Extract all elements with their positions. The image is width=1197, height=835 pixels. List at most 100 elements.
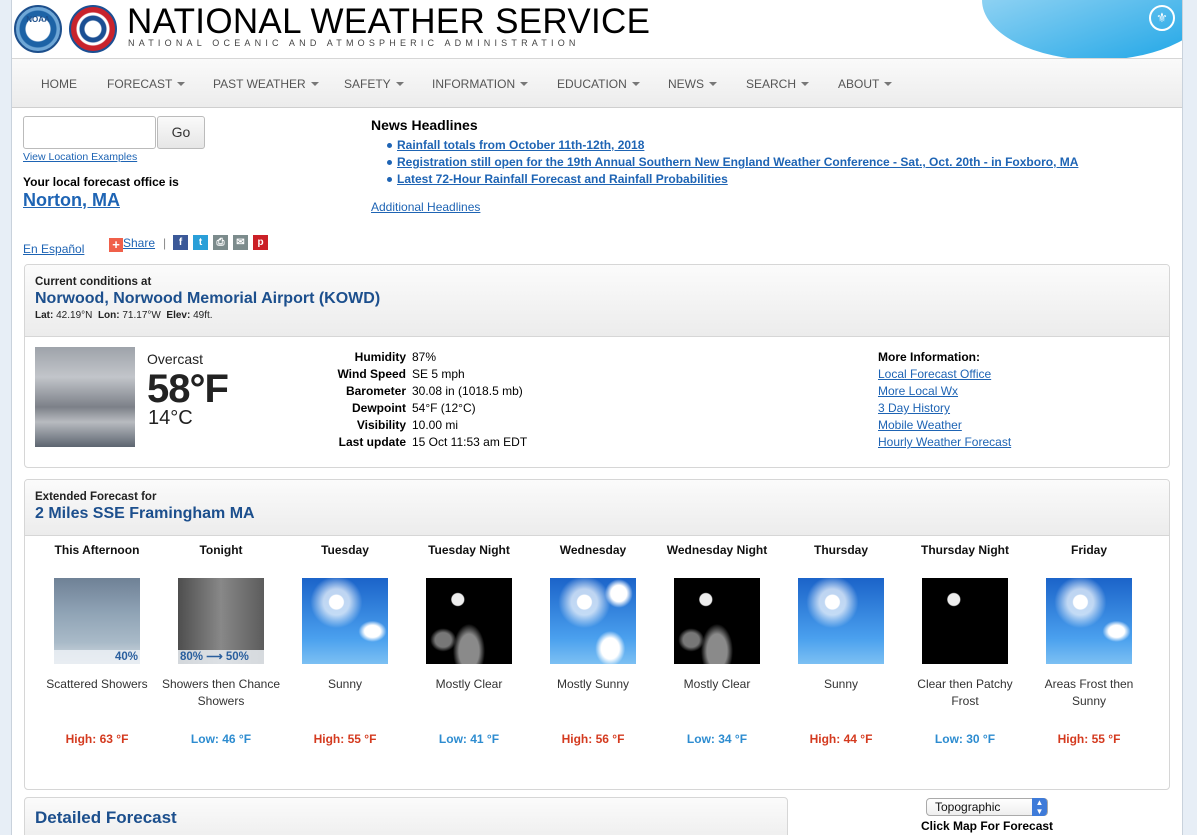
nav-about[interactable]: ABOUT (838, 77, 893, 91)
email-icon[interactable]: ✉ (233, 235, 248, 250)
period-name: Tonight (199, 543, 243, 557)
detail-value: 30.08 in (1018.5 mb) (412, 384, 523, 398)
noaa-logo-text: NOAA (26, 15, 50, 24)
current-temp-f: 58°F (147, 367, 229, 411)
nws-logo-icon[interactable] (69, 5, 117, 53)
detail-key: Barometer (345, 384, 406, 398)
three-day-history-link[interactable]: 3 Day History (878, 401, 950, 415)
period-temp: High: 55 °F (1057, 732, 1121, 746)
lat-value: 42.19°N (56, 310, 93, 321)
twitter-icon[interactable]: t (193, 235, 208, 250)
print-icon[interactable]: ⎙ (213, 235, 228, 250)
hourly-weather-forecast-link[interactable]: Hourly Weather Forecast (878, 435, 1011, 449)
forecast-period[interactable]: Wednesday Mostly Sunny High: 56 °F (531, 542, 655, 746)
page: NOAA NATIONAL WEATHER SERVICE NATIONAL O… (11, 0, 1183, 835)
forecast-period[interactable]: Tuesday Sunny High: 55 °F (283, 542, 407, 746)
click-map-label: Click Map For Forecast (921, 819, 1054, 833)
facebook-icon[interactable]: f (173, 235, 188, 250)
nav-label: NEWS (668, 77, 704, 91)
detail-key: Last update (338, 435, 406, 449)
forecast-period[interactable]: This Afternoon 40% Scattered Showers Hig… (35, 542, 159, 746)
nav-information[interactable]: INFORMATION (432, 77, 529, 91)
nav-past-weather[interactable]: PAST WEATHER (213, 77, 319, 91)
mostly-clear-night-icon[interactable] (426, 578, 512, 664)
detail-row: Humidity 87% (325, 350, 527, 367)
forecast-period[interactable]: Wednesday Night Mostly Clear Low: 34 °F (655, 542, 779, 746)
map-type-select[interactable]: Topographic ▲ ▼ (926, 798, 1048, 816)
noaa-logo-icon[interactable]: NOAA (14, 5, 62, 53)
period-description: Sunny (823, 677, 859, 691)
scattered-showers-icon[interactable]: 40% (54, 578, 140, 664)
sunny-icon[interactable] (798, 578, 884, 664)
sunny-icon[interactable] (302, 578, 388, 664)
extended-forecast-header: Extended Forecast for 2 Miles SSE Framin… (25, 480, 1169, 536)
chevron-down-icon (884, 82, 893, 86)
view-location-examples-link[interactable]: View Location Examples (23, 151, 137, 163)
lon-label: Lon: (97, 310, 120, 321)
detail-row: Barometer 30.08 in (1018.5 mb) (325, 384, 527, 401)
nav-label: EDUCATION (557, 77, 627, 91)
mostly-sunny-icon[interactable] (550, 578, 636, 664)
site-title[interactable]: NATIONAL WEATHER SERVICE (127, 2, 650, 42)
frost-then-sunny-icon[interactable] (1046, 578, 1132, 664)
news-item[interactable]: Latest 72-Hour Rainfall Forecast and Rai… (386, 172, 1078, 189)
mobile-weather-link[interactable]: Mobile Weather (878, 418, 962, 432)
chevron-down-icon (801, 82, 810, 86)
main-nav: HOME FORECAST PAST WEATHER SAFETY INFORM… (12, 58, 1182, 108)
period-name: Thursday Night (920, 543, 1009, 557)
station-name[interactable]: Norwood, Norwood Memorial Airport (KOWD) (35, 290, 1159, 308)
precip-chance: 80% ⟶ 50% (178, 650, 264, 664)
nav-education[interactable]: EDUCATION (557, 77, 640, 91)
doc-seal-icon[interactable]: ⚜ (1149, 5, 1175, 31)
forecast-period[interactable]: Thursday Sunny High: 44 °F (779, 542, 903, 746)
current-conditions-header: Current conditions at Norwood, Norwood M… (25, 265, 1169, 337)
map-type-value: Topographic (935, 800, 1001, 814)
pinterest-icon[interactable]: p (253, 235, 268, 250)
additional-headlines-link[interactable]: Additional Headlines (371, 200, 480, 214)
forecast-period[interactable]: Tonight 80% ⟶ 50% Showers then Chance Sh… (159, 542, 283, 746)
go-button[interactable]: Go (157, 116, 205, 149)
clear-night-icon[interactable] (922, 578, 1008, 664)
nav-forecast[interactable]: FORECAST (107, 77, 186, 91)
period-name: Thursday (813, 543, 868, 557)
showers-icon[interactable]: 80% ⟶ 50% (178, 578, 264, 664)
chevron-down-icon (310, 82, 319, 86)
chevron-down-icon (395, 82, 404, 86)
more-local-wx-link[interactable]: More Local Wx (878, 384, 958, 398)
current-temp-c: 14°C (148, 407, 193, 429)
extended-forecast-location[interactable]: 2 Miles SSE Framingham MA (35, 505, 1159, 523)
news-link[interactable]: Rainfall totals from October 11th-12th, … (397, 138, 644, 152)
period-description: Scattered Showers (46, 677, 148, 691)
forecast-period[interactable]: Tuesday Night Mostly Clear Low: 41 °F (407, 542, 531, 746)
period-temp: Low: 46 °F (190, 732, 252, 746)
precip-chance: 40% (54, 650, 140, 664)
extended-forecast-panel: Extended Forecast for 2 Miles SSE Framin… (24, 479, 1170, 790)
share-button[interactable]: + Share (109, 236, 155, 252)
plus-icon: + (109, 238, 123, 252)
forecast-period[interactable]: Thursday Night Clear then Patchy Frost L… (903, 542, 1027, 746)
detail-key: Humidity (354, 350, 406, 364)
period-temp: High: 55 °F (313, 732, 377, 746)
nav-news[interactable]: NEWS (668, 77, 717, 91)
period-name: Tuesday Night (428, 543, 510, 557)
mostly-clear-night-icon[interactable] (674, 578, 760, 664)
news-link[interactable]: Latest 72-Hour Rainfall Forecast and Rai… (397, 172, 728, 186)
espanol-link[interactable]: En Español (23, 242, 84, 256)
detail-row: Visibility 10.00 mi (325, 418, 527, 435)
forecast-period[interactable]: Friday Areas Frost then Sunny High: 55 °… (1027, 542, 1151, 746)
office-name-link[interactable]: Norton, MA (23, 190, 120, 211)
chevron-down-icon (709, 82, 717, 86)
news-link[interactable]: Registration still open for the 19th Ann… (397, 155, 1078, 169)
period-temp: Low: 30 °F (934, 732, 996, 746)
detail-row: Dewpoint 54°F (12°C) (325, 401, 527, 418)
location-search-input[interactable] (23, 116, 156, 149)
news-item[interactable]: Rainfall totals from October 11th-12th, … (386, 138, 1078, 155)
local-forecast-office-link[interactable]: Local Forecast Office (878, 367, 991, 381)
period-name: Friday (1070, 543, 1107, 557)
detail-value: 10.00 mi (412, 418, 459, 432)
nav-safety[interactable]: SAFETY (344, 77, 404, 91)
current-summary: Overcast (147, 351, 204, 367)
nav-search[interactable]: SEARCH (746, 77, 810, 91)
nav-home[interactable]: HOME (41, 77, 77, 91)
news-item[interactable]: Registration still open for the 19th Ann… (386, 155, 1078, 172)
